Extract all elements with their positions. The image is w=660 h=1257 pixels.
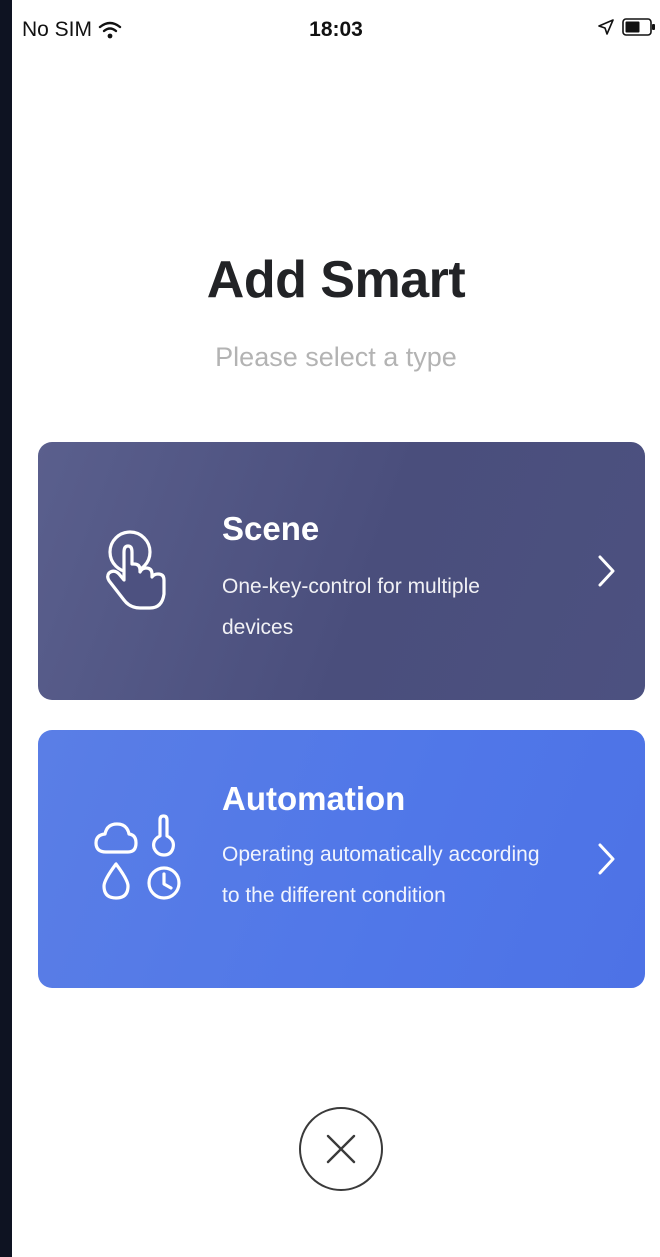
- tap-hand-icon: [106, 530, 166, 610]
- screen: No SIM 18:03 Add Smart Please select a t…: [12, 0, 660, 1257]
- battery-icon: [622, 18, 655, 36]
- scene-card[interactable]: Scene One-key-control for multiple devic…: [38, 442, 645, 700]
- status-time: 18:03: [309, 18, 363, 41]
- location-arrow-icon: [598, 19, 614, 35]
- chevron-right-icon: [598, 555, 615, 587]
- automation-card[interactable]: Automation Operating automatically accor…: [38, 730, 645, 988]
- status-bar: No SIM 18:03: [12, 0, 660, 62]
- page-title: Add Smart: [206, 251, 466, 309]
- chevron-right-icon: [598, 843, 615, 875]
- status-right-group: [598, 18, 656, 36]
- scene-card-title: Scene: [222, 510, 320, 547]
- automation-card-description: Operating automatically according to the…: [222, 843, 540, 907]
- scene-card-description: One-key-control for multiple devices: [222, 575, 480, 639]
- close-button[interactable]: [299, 1107, 383, 1191]
- page-subtitle: Please select a type: [215, 342, 457, 372]
- weather-conditions-icon: [94, 814, 181, 900]
- automation-card-title: Automation: [222, 780, 406, 817]
- close-icon: [326, 1134, 356, 1164]
